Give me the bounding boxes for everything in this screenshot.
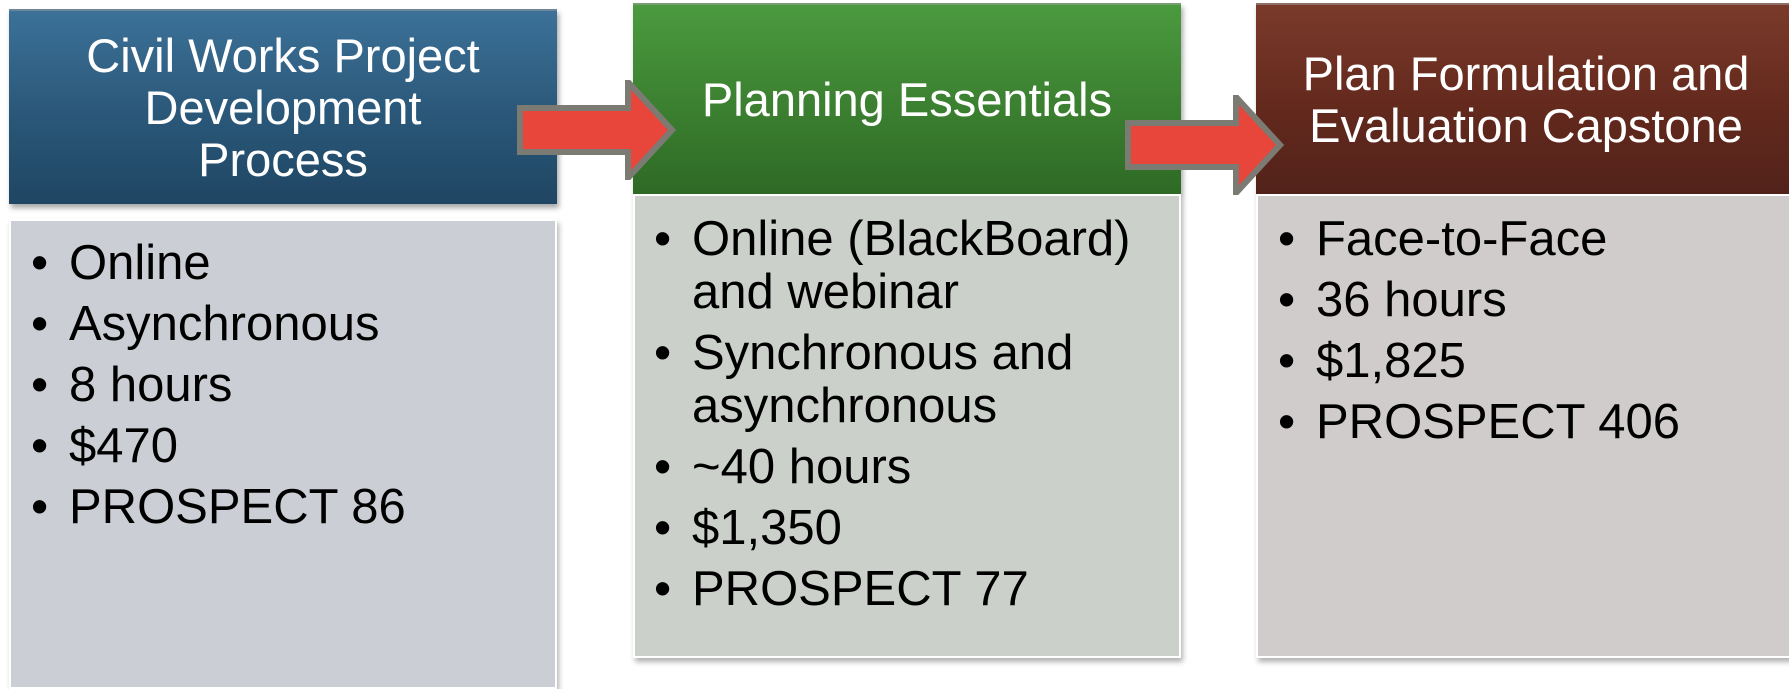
step-1-bullet-list: Online Asynchronous 8 hours $470 PROSPEC… <box>23 237 553 542</box>
bullet-item: $470 <box>23 420 553 474</box>
step-3-title-line: Plan Formulation and <box>1302 46 1750 100</box>
step-1-title: Civil Works Project Development Process <box>86 28 480 186</box>
bullet-item: Synchronous and asynchronous <box>646 327 1186 433</box>
bullet-item: Online <box>23 237 553 291</box>
step-1-title-line: Process <box>198 132 368 186</box>
bullet-item: 36 hours <box>1270 274 1789 328</box>
bullet-item: PROSPECT 77 <box>646 563 1186 617</box>
step-3-title-line: Evaluation Capstone <box>1309 98 1743 152</box>
process-diagram: Civil Works Project Development Process … <box>0 0 1789 689</box>
step-3-header: Plan Formulation and Evaluation Capstone <box>1256 3 1789 194</box>
bullet-item: Online (BlackBoard) and webinar <box>646 213 1186 319</box>
bullet-item: PROSPECT 406 <box>1270 396 1789 450</box>
bullet-item: Face-to-Face <box>1270 213 1789 267</box>
bullet-item: 8 hours <box>23 359 553 413</box>
right-arrow-icon <box>1125 95 1284 195</box>
step-2-title-line: Planning Essentials <box>701 72 1113 126</box>
step-2-bullet-list: Online (BlackBoard) and webinar Synchron… <box>646 213 1186 624</box>
step-3-title: Plan Formulation and Evaluation Capstone <box>1302 46 1750 152</box>
step-1-header: Civil Works Project Development Process <box>9 9 557 204</box>
bullet-item: Asynchronous <box>23 298 553 352</box>
step-3-bullet-list: Face-to-Face 36 hours $1,825 PROSPECT 40… <box>1270 213 1789 457</box>
bullet-item: $1,350 <box>646 502 1186 556</box>
step-1-title-line: Development <box>144 80 422 134</box>
bullet-item: ~40 hours <box>646 441 1186 495</box>
bullet-item: PROSPECT 86 <box>23 481 553 535</box>
step-2-title: Planning Essentials <box>701 72 1113 126</box>
right-arrow-icon <box>517 80 676 180</box>
step-2-header: Planning Essentials <box>633 3 1181 194</box>
bullet-item: $1,825 <box>1270 335 1789 389</box>
step-1-title-line: Civil Works Project <box>86 28 480 82</box>
